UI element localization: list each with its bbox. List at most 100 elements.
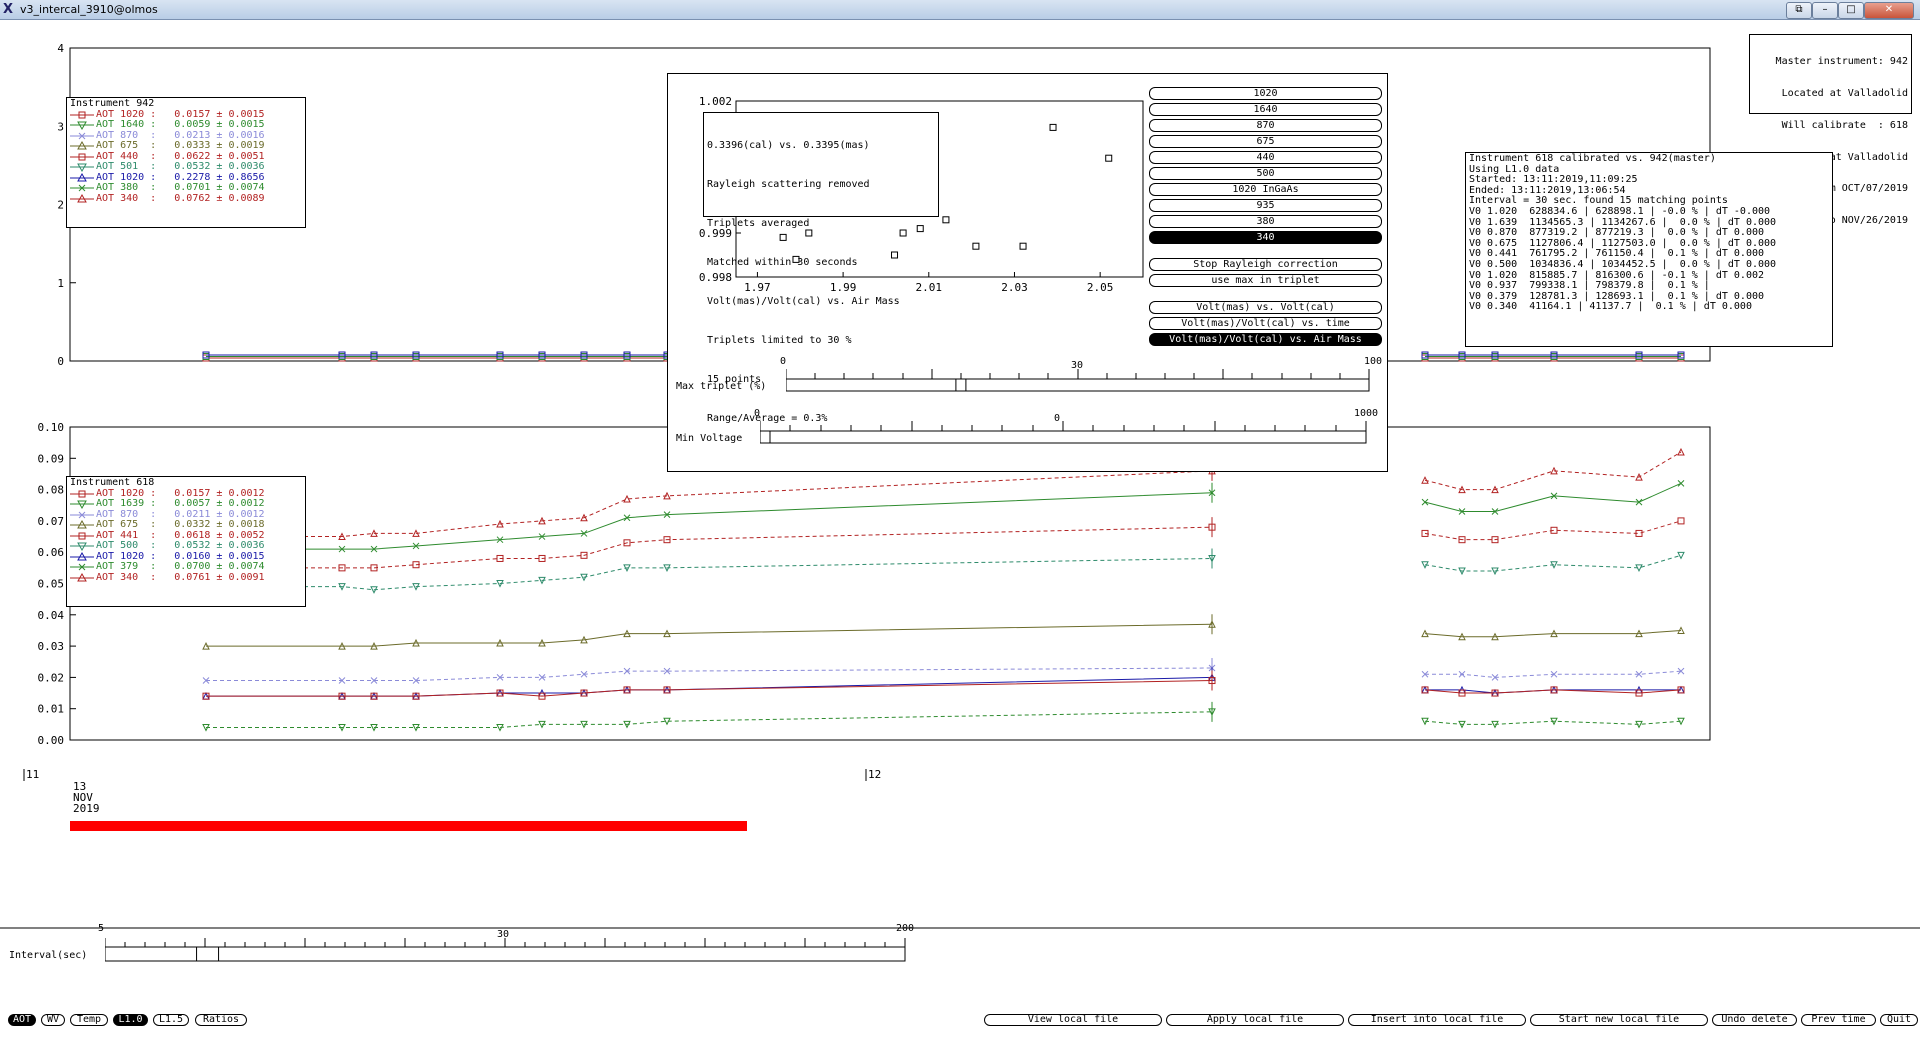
max-triplet-handle[interactable] xyxy=(955,378,967,392)
view-local-file-button[interactable]: View local file xyxy=(984,1014,1162,1026)
use-max-triplet-button[interactable]: use max in triplet xyxy=(1149,274,1382,287)
wl-button-440[interactable]: 440 xyxy=(1149,151,1382,164)
max-triplet-slider[interactable] xyxy=(786,366,1371,392)
ratios-toggle[interactable]: Ratios xyxy=(195,1014,247,1026)
start-new-local-file-button[interactable]: Start new local file xyxy=(1530,1014,1708,1026)
wl-button-380[interactable]: 380 xyxy=(1149,215,1382,228)
wl-button-1020[interactable]: 1020 xyxy=(1149,87,1382,100)
y-tick-label: 2 xyxy=(57,199,64,212)
date-year: 2019 xyxy=(73,802,100,815)
master-line-1: Located at Valladolid xyxy=(1781,87,1908,99)
window-titlebar: X v3_intercal_3910@olmos ⧉ – □ ✕ xyxy=(0,0,1920,20)
app-x-icon: X xyxy=(3,2,14,17)
calib-line: V0 0.500 1034836.4 | 1034452.5 | 0.0 % |… xyxy=(1469,258,1777,270)
calib-line: Instrument 618 calibrated vs. 942(master… xyxy=(1469,153,1716,164)
min-voltage-track[interactable] xyxy=(760,430,1367,444)
legend-label: AOT 441 : 0.0618 ± 0.0052 xyxy=(96,529,265,541)
ratio-popup-panel: 1.97 1.99 2.01 2.03 2.05 0.998 0.999 1.002 0.33… xyxy=(667,73,1388,472)
series-line xyxy=(206,557,1213,591)
series-line xyxy=(206,526,1213,569)
series-point xyxy=(1421,498,1429,506)
legend-label: AOT 379 : 0.0700 ± 0.0074 xyxy=(96,561,265,572)
wl-button-870[interactable]: 870 xyxy=(1149,119,1382,132)
wl-button-1020-ingaas[interactable]: 1020 InGaAs xyxy=(1149,183,1382,196)
l15-toggle[interactable]: L1.5 xyxy=(153,1014,189,1026)
maximize-button[interactable]: □ xyxy=(1838,2,1864,19)
ratio-line-2: Triplets averaged xyxy=(707,218,810,229)
mini-chart-point xyxy=(972,242,980,250)
series-point xyxy=(1677,479,1685,487)
master-info-box: Master instrument: 942 Located at Vallad… xyxy=(1749,34,1912,226)
legend-label: AOT 675 : 0.0332 ± 0.0018 xyxy=(96,519,265,530)
legend-label: AOT 380 : 0.0701 ± 0.0074 xyxy=(96,182,265,193)
wv-toggle[interactable]: WV xyxy=(41,1014,65,1026)
master-line-0: Master instrument: 942 xyxy=(1775,56,1908,68)
interval-slider[interactable] xyxy=(105,935,907,965)
max-triplet-track[interactable] xyxy=(786,378,1370,392)
quit-button[interactable]: Quit xyxy=(1880,1014,1918,1026)
mini-chart-point xyxy=(942,216,950,224)
legend-label: AOT 1020 : 0.2278 ± 0.8656 xyxy=(96,171,265,183)
series-line xyxy=(1425,670,1682,678)
close-button[interactable]: ✕ xyxy=(1864,2,1914,19)
series-line xyxy=(206,492,1213,550)
legend-label: AOT 440 : 0.0622 ± 0.0051 xyxy=(96,150,265,162)
interval-track[interactable] xyxy=(105,946,906,962)
wl-button-675[interactable]: 675 xyxy=(1149,135,1382,148)
calib-line: V0 0.340 41164.1 | 41137.7 | 0.1 % | dT … xyxy=(1469,301,1752,313)
min-voltage-handle[interactable] xyxy=(760,430,771,444)
legend-label: AOT 1020 : 0.0157 ± 0.0015 xyxy=(96,108,265,120)
mini-x-tick-label: 2.03 xyxy=(1001,281,1027,294)
prev-time-button[interactable]: Prev time xyxy=(1801,1014,1876,1026)
ratio-line-0: 0.3396(cal) vs. 0.3395(mas) xyxy=(707,140,870,151)
legend-label: AOT 870 : 0.0211 ± 0.0012 xyxy=(96,508,265,520)
wl-button-340[interactable]: 340 xyxy=(1149,231,1382,244)
series-line xyxy=(1424,554,1682,572)
bottom-legend: Instrument 618 AOT 1020 : 0.0157 ± 0.001… xyxy=(66,476,306,607)
calib-line: V0 1.020 628834.6 | 628898.1 | -0.0 % | … xyxy=(1469,205,1771,217)
y-tick-label: 0.00 xyxy=(38,734,65,747)
series-point xyxy=(1458,670,1466,678)
legend-label: AOT 1020 : 0.0157 ± 0.0012 xyxy=(96,487,265,499)
y-tick-label: 0 xyxy=(57,355,64,368)
y-tick-label: 0.02 xyxy=(38,671,65,684)
l10-toggle[interactable]: L1.0 xyxy=(113,1014,148,1026)
mode-ratio-vs-time-button[interactable]: Volt(mas)/Volt(cal) vs. time xyxy=(1149,317,1382,330)
legend-label: AOT 501 : 0.0532 ± 0.0036 xyxy=(96,161,265,172)
interval-max-label: 200 xyxy=(896,923,915,934)
undo-delete-button[interactable]: Undo delete xyxy=(1712,1014,1797,1026)
mode-volt-vs-volt-button[interactable]: Volt(mas) vs. Volt(cal) xyxy=(1149,301,1382,314)
apply-local-file-button[interactable]: Apply local file xyxy=(1166,1014,1344,1026)
unknown-titlebar-icon[interactable]: ⧉ xyxy=(1786,2,1812,19)
max-triplet-label: Max triplet (%) xyxy=(676,381,767,392)
series-point xyxy=(1677,551,1685,560)
master-line-2: Will calibrate : 618 xyxy=(1781,119,1908,131)
y-tick-label: 4 xyxy=(57,42,64,55)
mini-y-tick-label: 1.002 xyxy=(699,95,732,108)
wl-button-1640[interactable]: 1640 xyxy=(1149,103,1382,116)
wl-button-500[interactable]: 500 xyxy=(1149,167,1382,180)
interval-handle[interactable] xyxy=(196,946,220,962)
ratio-info-box: 0.3396(cal) vs. 0.3395(mas) Rayleigh sca… xyxy=(703,112,939,424)
series-line xyxy=(206,680,1213,697)
ratio-line-3: Matched within 30 seconds xyxy=(707,257,858,268)
bottom-legend-item: AOT 340 : 0.0761 ± 0.0091 xyxy=(70,572,302,584)
aot-toggle[interactable]: AOT xyxy=(8,1014,36,1026)
insert-local-file-button[interactable]: Insert into local file xyxy=(1348,1014,1526,1026)
series-line xyxy=(206,711,1213,728)
top-legend-item: AOT 340 : 0.0762 ± 0.0089 xyxy=(70,193,302,205)
mini-chart-point xyxy=(1049,123,1057,131)
legend-label: AOT 1020 : 0.0160 ± 0.0015 xyxy=(96,550,265,562)
temp-toggle[interactable]: Temp xyxy=(70,1014,108,1026)
stop-rayleigh-button[interactable]: Stop Rayleigh correction xyxy=(1149,258,1382,271)
minimize-button[interactable]: – xyxy=(1812,2,1838,19)
legend-label: AOT 1640 : 0.0059 ± 0.0015 xyxy=(96,119,265,130)
mini-chart-point xyxy=(1105,154,1113,162)
wl-button-935[interactable]: 935 xyxy=(1149,199,1382,212)
progress-bar xyxy=(70,821,747,831)
y-tick-label: 1 xyxy=(57,277,64,290)
window-title: v3_intercal_3910@olmos xyxy=(20,3,158,16)
min-voltage-slider[interactable] xyxy=(760,418,1368,444)
mode-ratio-vs-airmass-button[interactable]: Volt(mas)/Volt(cal) vs. Air Mass xyxy=(1149,333,1382,346)
y-tick-label: 0.09 xyxy=(38,452,65,465)
